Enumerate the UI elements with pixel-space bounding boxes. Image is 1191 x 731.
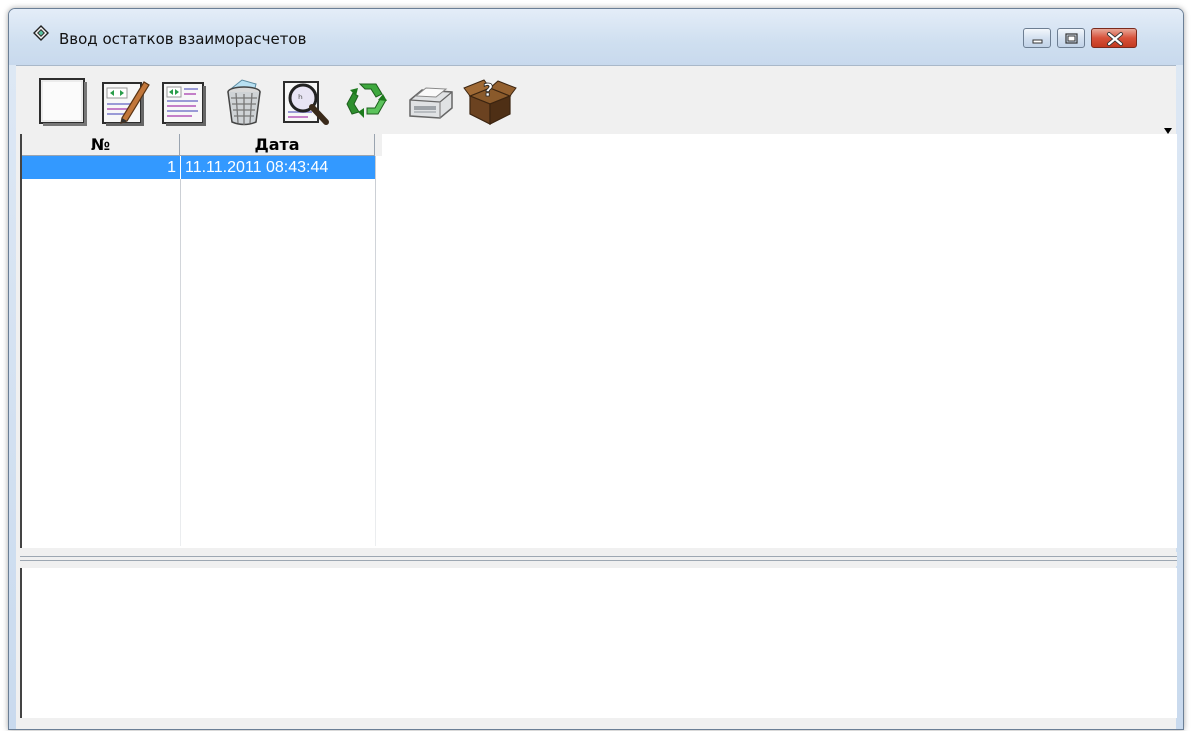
toolbar: ʰ ? xyxy=(16,66,1176,144)
new-document-button[interactable] xyxy=(36,74,92,130)
copy-document-button[interactable] xyxy=(156,74,212,130)
view-magnifier-icon: ʰ xyxy=(283,81,329,125)
print-button[interactable] xyxy=(402,74,458,130)
delete-button[interactable] xyxy=(216,74,272,130)
trash-basket-icon xyxy=(227,79,261,126)
blank-document-icon xyxy=(39,78,87,126)
minimize-button[interactable] xyxy=(1023,28,1051,48)
table-row[interactable]: 1 11.11.2011 08:43:44 xyxy=(22,156,375,179)
svg-text:ʰ: ʰ xyxy=(298,92,303,106)
cell-number: 1 xyxy=(167,159,176,176)
cell-date: 11.11.2011 08:43:44 xyxy=(180,156,375,179)
pane-splitter[interactable] xyxy=(20,552,1177,566)
help-box-icon: ? xyxy=(463,79,517,125)
column-header-date[interactable]: Дата xyxy=(180,134,375,156)
documents-grid[interactable]: № Дата 1 11.11.2011 08:43:44 xyxy=(20,134,1177,548)
close-icon xyxy=(1107,32,1123,46)
edit-document-icon xyxy=(102,81,150,126)
app-diamond-icon xyxy=(33,25,49,41)
minimize-icon xyxy=(1032,39,1043,44)
grid-header: № Дата xyxy=(22,134,382,156)
window-title: Ввод остатков взаиморасчетов xyxy=(59,30,307,48)
maximize-icon xyxy=(1065,33,1078,44)
detail-pane[interactable] xyxy=(20,568,1177,718)
printer-icon xyxy=(409,87,453,119)
column-divider xyxy=(375,156,376,546)
view-button[interactable]: ʰ xyxy=(278,74,334,130)
column-divider xyxy=(180,156,181,546)
recycle-refresh-icon xyxy=(346,83,387,118)
help-button[interactable]: ? xyxy=(462,74,518,130)
edit-document-button[interactable] xyxy=(96,74,152,130)
copy-document-icon xyxy=(162,82,206,126)
svg-text:?: ? xyxy=(483,80,493,101)
refresh-button[interactable] xyxy=(340,74,396,130)
maximize-button[interactable] xyxy=(1057,28,1085,48)
close-button[interactable] xyxy=(1091,28,1137,48)
title-bar[interactable]: Ввод остатков взаиморасчетов xyxy=(9,9,1183,65)
column-header-number[interactable]: № xyxy=(22,134,180,156)
